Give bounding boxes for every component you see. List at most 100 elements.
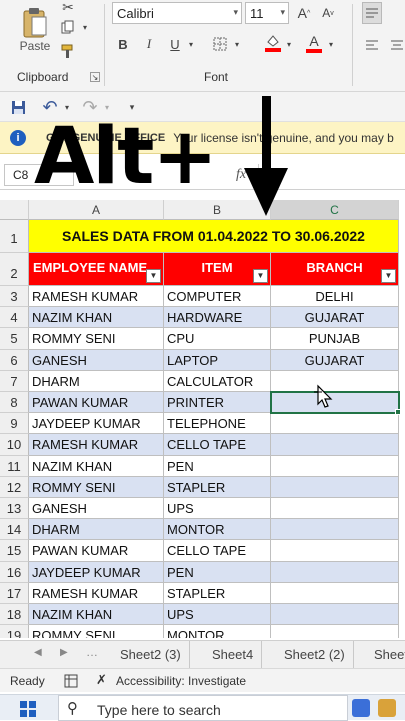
windows-start-icon[interactable] (20, 701, 36, 717)
branch-cell[interactable] (271, 476, 399, 498)
paste-button[interactable]: Paste (14, 2, 56, 58)
item-cell[interactable]: UPS (164, 498, 271, 520)
filter-dropdown-icon[interactable]: ▼ (253, 269, 268, 283)
item-cell[interactable]: PEN (164, 455, 271, 477)
fill-handle[interactable] (395, 409, 401, 415)
sheet-tab[interactable]: Sheet2 (3) (112, 641, 190, 669)
employee-name-cell[interactable]: JAYDEEP KUMAR (29, 413, 164, 435)
employee-name-cell[interactable]: RAMESH KUMAR (29, 286, 164, 308)
row-header[interactable]: 5 (0, 328, 29, 350)
sheet-tab[interactable]: Sheet4 (204, 641, 263, 669)
employee-name-cell[interactable]: PAWAN KUMAR (29, 392, 164, 414)
sheet-tab[interactable]: Sheet (366, 641, 405, 669)
header-item[interactable]: ITEM ▼ (164, 253, 271, 286)
item-cell[interactable]: COMPUTER (164, 286, 271, 308)
row-header[interactable]: 1 (0, 220, 29, 253)
item-cell[interactable]: CALCULATOR (164, 370, 271, 392)
fill-color-dropdown-icon[interactable]: ▾ (284, 36, 294, 52)
row-header[interactable]: 16 (0, 561, 29, 583)
header-employee-name[interactable]: EMPLOYEE NAME ▼ (29, 253, 164, 286)
tab-more-icon[interactable]: … (86, 645, 98, 659)
format-painter-icon[interactable] (58, 42, 78, 60)
branch-cell[interactable] (271, 370, 399, 392)
sheet-title-cell[interactable]: SALES DATA FROM 01.04.2022 TO 30.06.2022 (29, 220, 399, 253)
font-name-combo[interactable]: Calibri ▾ (112, 2, 242, 24)
borders-icon[interactable] (210, 34, 230, 54)
branch-cell[interactable] (271, 519, 399, 541)
tab-scroll-left-icon[interactable]: ◀ (34, 647, 42, 658)
row-header[interactable]: 17 (0, 582, 29, 604)
employee-name-cell[interactable]: ROMMY SENI (29, 328, 164, 350)
row-header[interactable]: 9 (0, 413, 29, 435)
item-cell[interactable]: STAPLER (164, 582, 271, 604)
branch-cell[interactable] (271, 604, 399, 626)
employee-name-cell[interactable]: NAZIM KHAN (29, 455, 164, 477)
item-cell[interactable]: TELEPHONE (164, 413, 271, 435)
employee-name-cell[interactable]: JAYDEEP KUMAR (29, 561, 164, 583)
row-header[interactable]: 14 (0, 519, 29, 541)
borders-dropdown-icon[interactable]: ▾ (232, 36, 242, 52)
row-header[interactable]: 8 (0, 392, 29, 414)
underline-button[interactable]: U (166, 34, 184, 54)
row-header[interactable]: 10 (0, 434, 29, 456)
branch-cell[interactable] (271, 455, 399, 477)
fill-color-icon[interactable] (262, 32, 284, 54)
item-cell[interactable]: LAPTOP (164, 349, 271, 371)
item-cell[interactable]: CELLO TAPE (164, 540, 271, 562)
sheet-tab[interactable]: Sheet2 (2) (276, 641, 354, 669)
item-cell[interactable]: CPU (164, 328, 271, 350)
taskbar-app-icon[interactable] (352, 699, 370, 717)
employee-name-cell[interactable]: DHARM (29, 519, 164, 541)
item-cell[interactable]: STAPLER (164, 476, 271, 498)
filter-dropdown-icon[interactable]: ▼ (146, 269, 161, 283)
italic-button[interactable]: I (140, 34, 158, 54)
branch-cell[interactable] (271, 498, 399, 520)
branch-cell[interactable]: GUJARAT (271, 307, 399, 329)
employee-name-cell[interactable]: NAZIM KHAN (29, 604, 164, 626)
bold-button[interactable]: B (114, 34, 132, 54)
item-cell[interactable]: PEN (164, 561, 271, 583)
font-color-dropdown-icon[interactable]: ▾ (326, 36, 336, 52)
filter-dropdown-icon[interactable]: ▼ (381, 269, 396, 283)
row-header[interactable]: 2 (0, 253, 29, 286)
branch-cell[interactable] (271, 582, 399, 604)
row-header[interactable]: 15 (0, 540, 29, 562)
item-cell[interactable]: MONTOR (164, 625, 271, 638)
header-branch[interactable]: BRANCH ▼ (271, 253, 399, 286)
branch-cell[interactable] (271, 625, 399, 638)
save-icon[interactable] (8, 97, 28, 117)
item-cell[interactable]: CELLO TAPE (164, 434, 271, 456)
macro-record-icon[interactable] (64, 674, 78, 688)
item-cell[interactable]: HARDWARE (164, 307, 271, 329)
branch-cell[interactable] (271, 413, 399, 435)
increase-font-icon[interactable]: A ^ (294, 3, 314, 23)
tab-scroll-right-icon[interactable]: ▶ (60, 647, 68, 658)
copy-dropdown-icon[interactable]: ▾ (80, 20, 90, 34)
item-cell[interactable]: MONTOR (164, 519, 271, 541)
employee-name-cell[interactable]: ROMMY SENI (29, 625, 164, 638)
row-header[interactable]: 4 (0, 307, 29, 329)
item-cell[interactable]: UPS (164, 604, 271, 626)
branch-cell[interactable]: DELHI (271, 286, 399, 308)
taskbar-search[interactable]: ⚲ Type here to search (58, 695, 348, 721)
employee-name-cell[interactable]: ROMMY SENI (29, 476, 164, 498)
row-header[interactable]: 13 (0, 498, 29, 520)
branch-cell[interactable] (271, 561, 399, 583)
underline-dropdown-icon[interactable]: ▾ (186, 36, 196, 52)
cut-icon[interactable]: ✂ (58, 0, 78, 15)
branch-cell[interactable]: GUJARAT (271, 349, 399, 371)
align-left-icon[interactable] (362, 34, 382, 56)
branch-cell[interactable] (271, 540, 399, 562)
employee-name-cell[interactable]: GANESH (29, 498, 164, 520)
align-top-icon[interactable] (362, 2, 382, 24)
branch-cell[interactable]: PUNJAB (271, 328, 399, 350)
row-header[interactable]: 6 (0, 349, 29, 371)
decrease-font-icon[interactable]: Av (318, 3, 338, 23)
row-header[interactable]: 18 (0, 604, 29, 626)
row-header[interactable]: 12 (0, 476, 29, 498)
branch-cell[interactable] (271, 434, 399, 456)
column-header-a[interactable]: A (29, 200, 164, 220)
employee-name-cell[interactable]: NAZIM KHAN (29, 307, 164, 329)
row-header[interactable]: 11 (0, 455, 29, 477)
select-all-corner[interactable] (0, 200, 29, 220)
